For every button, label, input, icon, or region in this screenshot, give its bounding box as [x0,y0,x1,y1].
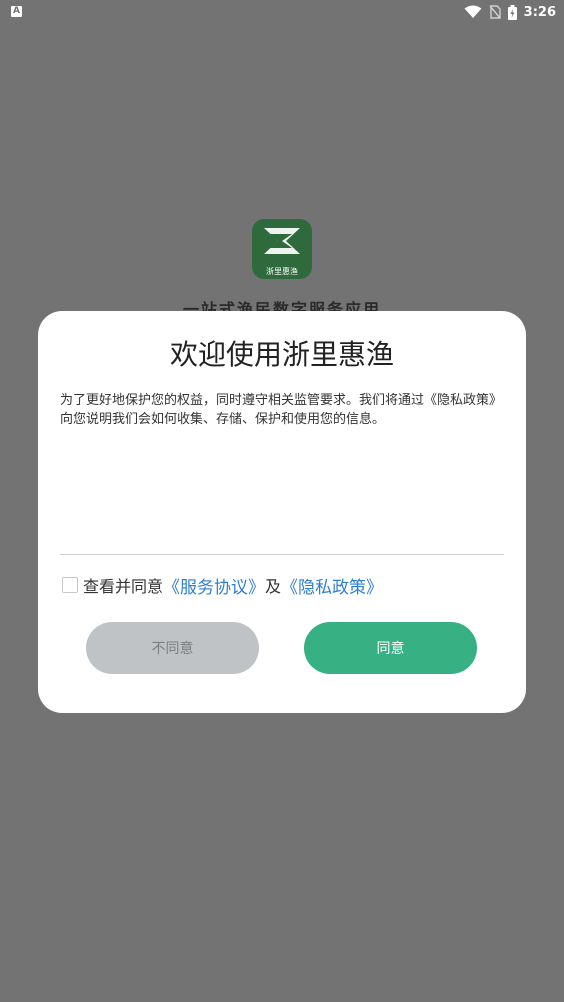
disagree-button[interactable]: 不同意 [86,622,259,674]
app-logo: 浙里惠渔 [252,219,312,279]
privacy-policy-link[interactable]: 《隐私政策》 [281,573,383,598]
privacy-dialog: 欢迎使用浙里惠渔 为了更好地保护您的权益，同时遵守相关监管要求。我们将通过《隐私… [38,311,526,713]
agree-button[interactable]: 同意 [304,622,477,674]
dialog-title: 欢迎使用浙里惠渔 [169,338,394,371]
logo-caption: 浙里惠渔 [266,267,298,276]
service-agreement-link[interactable]: 《服务协议》 [163,573,265,598]
agree-prefix: 查看并同意 [83,577,164,596]
agree-row: 查看并同意 《服务协议》 及 《隐私政策》 [62,573,383,598]
and-text: 及 [265,577,282,596]
dialog-body: 为了更好地保护您的权益，同时遵守相关监管要求。我们将通过《隐私政策》向您说明我们… [60,393,503,427]
divider [60,554,504,555]
agree-checkbox[interactable] [62,577,78,593]
